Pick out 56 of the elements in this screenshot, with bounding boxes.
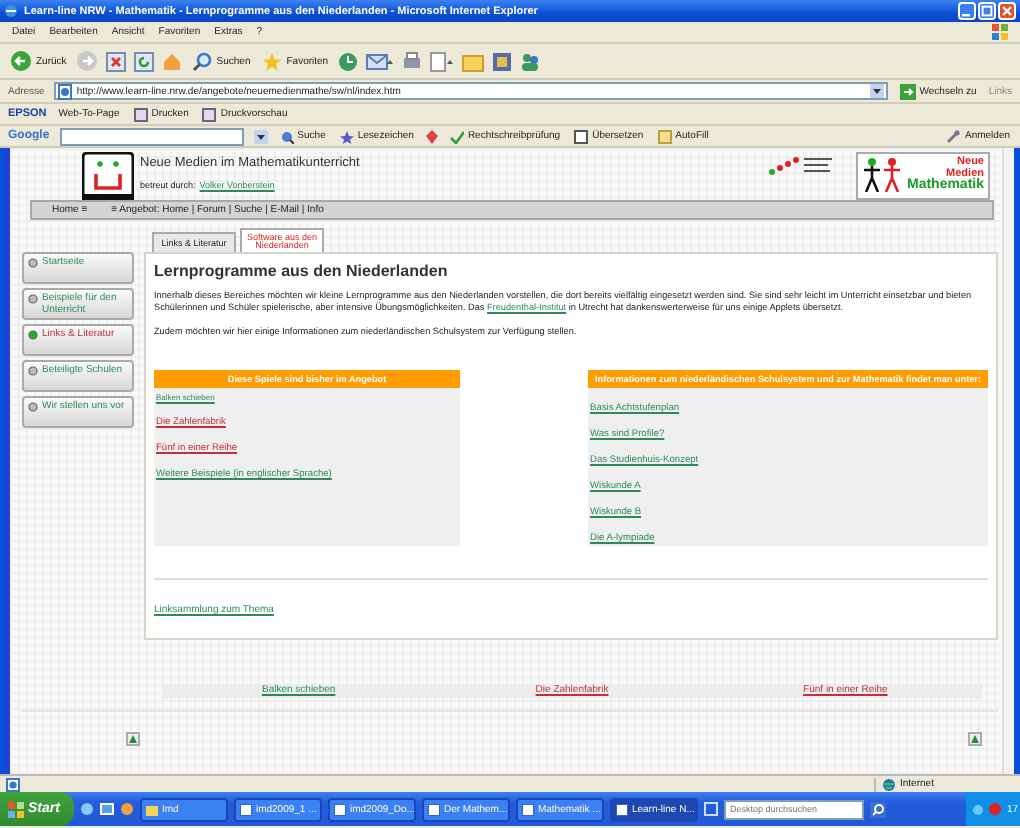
search-icon bbox=[279, 129, 294, 143]
window-icon bbox=[333, 803, 346, 815]
maximize-button[interactable] bbox=[978, 2, 996, 20]
window-icon bbox=[521, 803, 534, 815]
mail-icon[interactable] bbox=[366, 51, 395, 71]
printer-icon[interactable] bbox=[402, 51, 423, 71]
grouped-windows-icon[interactable] bbox=[703, 802, 718, 816]
bookmark-star-icon bbox=[339, 129, 354, 143]
translate-icon bbox=[574, 129, 589, 143]
search-icon bbox=[192, 51, 213, 71]
autofill-icon bbox=[657, 129, 672, 143]
close-button[interactable] bbox=[998, 2, 1016, 20]
dropdown-arrow-icon bbox=[869, 84, 884, 98]
home-icon[interactable] bbox=[162, 51, 183, 71]
security-alert-icon bbox=[988, 802, 1003, 816]
go-arrow-icon bbox=[899, 83, 916, 99]
people-icon[interactable] bbox=[520, 51, 541, 71]
back-arrow-icon bbox=[10, 50, 32, 72]
search-icon[interactable] bbox=[869, 801, 886, 817]
desktop-icon[interactable] bbox=[99, 802, 114, 816]
scrollbar[interactable] bbox=[1002, 148, 1014, 774]
window-icon bbox=[427, 803, 440, 815]
google-search-field[interactable] bbox=[59, 127, 244, 145]
window-icon bbox=[615, 803, 628, 815]
globe-icon bbox=[882, 777, 896, 791]
spellcheck-icon bbox=[449, 129, 464, 143]
window-icon bbox=[239, 803, 252, 815]
preview-icon bbox=[202, 107, 217, 121]
stick-figures-icon bbox=[862, 156, 903, 192]
page-heading: Lernprogramme aus den Niederlanden bbox=[154, 262, 450, 280]
folder-icon bbox=[145, 803, 158, 815]
page-icon bbox=[6, 777, 20, 791]
network-icon bbox=[972, 803, 985, 815]
printer-icon bbox=[133, 107, 148, 121]
history-icon[interactable] bbox=[338, 51, 359, 71]
dropdown-arrow-icon[interactable] bbox=[253, 129, 268, 143]
edit-icon[interactable] bbox=[430, 51, 455, 71]
messenger-icon[interactable] bbox=[492, 51, 513, 71]
media-icon[interactable] bbox=[119, 802, 134, 816]
star-icon bbox=[262, 51, 283, 71]
bullet-icon bbox=[28, 402, 38, 412]
bullet-icon bbox=[28, 294, 38, 304]
windows-logo-icon bbox=[8, 801, 24, 817]
bullet-icon bbox=[28, 330, 38, 340]
up-arrow-icon[interactable] bbox=[126, 732, 140, 746]
minimize-button[interactable] bbox=[958, 2, 976, 20]
bullet-icon bbox=[28, 366, 38, 376]
partner-logo-icon bbox=[766, 152, 835, 180]
refresh-icon[interactable] bbox=[134, 51, 155, 71]
up-arrow-icon[interactable] bbox=[968, 732, 982, 746]
page-icon bbox=[58, 83, 73, 99]
folder-icon[interactable] bbox=[462, 51, 485, 71]
windows-logo-icon bbox=[992, 24, 1008, 40]
wrench-icon bbox=[946, 129, 961, 143]
bullet-icon bbox=[28, 258, 38, 268]
stop-icon[interactable] bbox=[106, 51, 127, 71]
